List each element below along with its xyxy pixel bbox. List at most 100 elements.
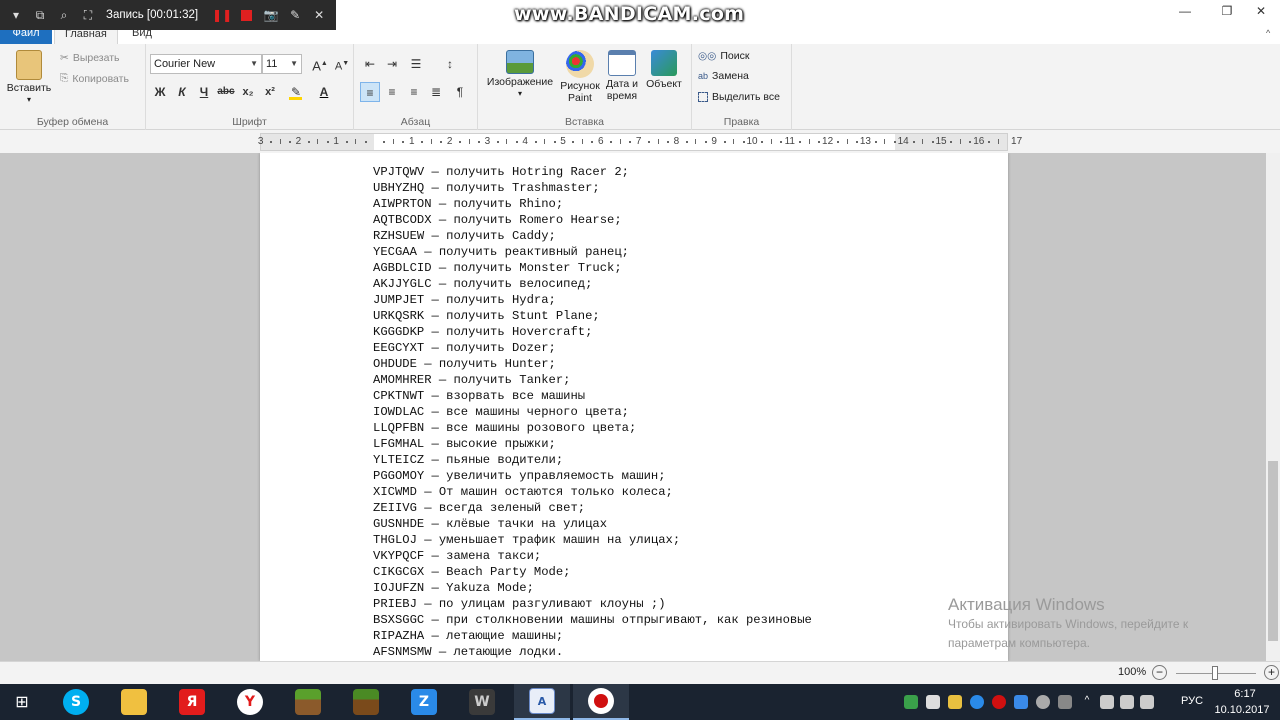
strikethrough-button[interactable]: abc (216, 82, 236, 102)
document-line[interactable]: YECGAA — получить реактивный ранец; (373, 244, 812, 260)
insert-image-button[interactable]: Изображение ▾ (482, 50, 558, 100)
grow-font-icon[interactable]: A▲ (310, 54, 330, 74)
start-button[interactable]: ⊞ (0, 684, 44, 720)
chevron-up-icon[interactable]: ^ (1080, 695, 1094, 709)
bullet-list-icon[interactable]: ☰ (406, 54, 426, 74)
document-line[interactable]: AMOMHRER — получить Tanker; (373, 372, 812, 388)
shrink-font-icon[interactable]: A▼ (332, 54, 352, 74)
document-line[interactable]: XICWMD — От машин остаются только колеса… (373, 484, 812, 500)
font-family-select[interactable]: Courier New ▼ (150, 54, 262, 74)
stop-icon[interactable] (241, 9, 253, 21)
tray-app-icon[interactable] (904, 695, 918, 709)
document-page[interactable]: VPJTQWV — получить Hotring Racer 2; UBHYZ… (260, 153, 1008, 661)
document-line[interactable]: VPJTQWV — получить Hotring Racer 2; (373, 164, 812, 180)
tray-app-icon[interactable] (1058, 695, 1072, 709)
bold-button[interactable]: Ж (150, 82, 170, 102)
restore-button[interactable]: ❐ (1212, 0, 1242, 22)
document-line[interactable]: OHDUDE — получить Hunter; (373, 356, 812, 372)
document-line[interactable]: RZHSUEW — получить Caddy; (373, 228, 812, 244)
pencil-icon[interactable]: ✎ (285, 5, 305, 25)
ruler[interactable]: 3 2 1 1 2 3 4 5 6 7 8 9 10 11 12 13 14 15 16 17 (258, 133, 1022, 151)
paste-button[interactable]: Вставить ▾ (6, 50, 52, 106)
search-icon[interactable]: ⌕ (54, 5, 74, 25)
zona-tray-icon[interactable] (970, 695, 984, 709)
ribbon-collapse-icon[interactable]: ^ (1266, 28, 1270, 38)
close-button[interactable]: ✕ (1246, 0, 1276, 22)
close-icon[interactable]: ✕ (309, 5, 329, 25)
font-size-select[interactable]: 11 ▼ (262, 54, 302, 74)
datetime-button[interactable]: Дата и время (602, 50, 642, 102)
paint-drawing-button[interactable]: Рисунок Paint (558, 50, 602, 104)
zoom-out-button[interactable]: − (1152, 665, 1167, 680)
align-right-icon[interactable]: ≡ (404, 82, 424, 102)
paragraph-settings-icon[interactable]: ¶ (450, 82, 470, 102)
document-line[interactable]: ZEIIVG — всегда зеленый свет; (373, 500, 812, 516)
clock-time[interactable]: 6:17 (1225, 688, 1265, 700)
document-line[interactable]: LFGMHAL — высокие прыжки; (373, 436, 812, 452)
camera-icon[interactable]: 📷 (261, 5, 281, 25)
line-spacing-icon[interactable]: ↕ (440, 54, 460, 74)
select-all-button[interactable]: Выделить все (698, 91, 780, 103)
target-icon[interactable]: ⛶ (78, 5, 98, 25)
align-center-icon[interactable]: ≡ (382, 82, 402, 102)
network-icon[interactable] (1100, 695, 1114, 709)
pause-icon[interactable]: ❚❚ (212, 5, 232, 25)
scrollbar-thumb[interactable] (1268, 461, 1278, 641)
superscript-button[interactable]: x² (260, 82, 280, 102)
taskbar-app-bandicam[interactable] (573, 684, 629, 720)
document-line[interactable]: AIWPRTON — получить Rhino; (373, 196, 812, 212)
document-line[interactable]: AKJJYGLC — получить велосипед; (373, 276, 812, 292)
document-line[interactable]: VKYPQCF — замена такси; (373, 548, 812, 564)
zoom-slider-thumb[interactable] (1212, 666, 1218, 680)
taskbar-app-wordpad[interactable]: A (514, 684, 570, 720)
font-color-icon[interactable]: A (314, 82, 334, 102)
input-language[interactable]: РУС (1181, 695, 1203, 707)
document-line[interactable]: IOJUFZN — Yakuza Mode; (373, 580, 812, 596)
speaker-icon[interactable] (1120, 695, 1134, 709)
document-line[interactable]: CPKTNWT — взорвать все машины (373, 388, 812, 404)
document-line[interactable]: AQTBCODX — получить Romero Hearse; (373, 212, 812, 228)
subscript-button[interactable]: x₂ (238, 82, 258, 102)
copy-button[interactable]: ⎘ Копировать (60, 72, 129, 85)
document-line[interactable]: GUSNHDE — клёвые тачки на улицах (373, 516, 812, 532)
find-button[interactable]: ◎◎ Поиск (698, 50, 749, 62)
cut-button[interactable]: ✂ Вырезать (60, 52, 120, 64)
document-text[interactable]: VPJTQWV — получить Hotring Racer 2; UBHYZ… (373, 164, 812, 660)
taskbar-app-minecraft[interactable] (280, 684, 336, 720)
document-line[interactable]: CIKGCGX — Beach Party Mode; (373, 564, 812, 580)
minimize-button[interactable]: — (1170, 0, 1200, 22)
window-mode-icon[interactable]: ⧉ (30, 5, 50, 25)
taskbar-app-explorer[interactable] (106, 684, 162, 720)
decrease-indent-icon[interactable]: ⇤ (360, 54, 380, 74)
insert-object-button[interactable]: Объект (642, 50, 686, 90)
tray-app-icon[interactable] (1036, 695, 1050, 709)
italic-button[interactable]: К (172, 82, 192, 102)
dropdown-icon[interactable]: ▾ (6, 5, 26, 25)
document-line[interactable]: JUMPJET — получить Hydra; (373, 292, 812, 308)
taskbar-app-skype[interactable]: S (48, 684, 104, 720)
taskbar-app-yandex[interactable]: Я (164, 684, 220, 720)
document-line[interactable]: KGGGDKP — получить Hovercraft; (373, 324, 812, 340)
document-line[interactable]: BSXSGGC — при столкновении машины отпрыг… (373, 612, 812, 628)
monitor-icon[interactable] (1140, 695, 1154, 709)
document-line[interactable]: AGBDLCID — получить Monster Truck; (373, 260, 812, 276)
document-line[interactable]: LLQPFBN — все машины розового цвета; (373, 420, 812, 436)
justify-icon[interactable]: ≣ (426, 82, 446, 102)
clock-date[interactable]: 10.10.2017 (1212, 704, 1272, 716)
align-left-icon[interactable]: ≡ (360, 82, 380, 102)
document-line[interactable]: PRIEBJ — по улицам разгуливают клоуны ;) (373, 596, 812, 612)
increase-indent-icon[interactable]: ⇥ (382, 54, 402, 74)
document-line[interactable]: IOWDLAC — все машины черного цвета; (373, 404, 812, 420)
zoom-in-button[interactable]: + (1264, 665, 1279, 680)
taskbar-app-world-of-tanks[interactable]: W (454, 684, 510, 720)
taskbar-app-minecraft-2[interactable] (338, 684, 394, 720)
tray-app-icon[interactable] (948, 695, 962, 709)
document-line[interactable]: RIPAZHA — летающие машины; (373, 628, 812, 644)
document-line[interactable]: EEGCYXT — получить Dozer; (373, 340, 812, 356)
record-tray-icon[interactable] (992, 695, 1006, 709)
underline-button[interactable]: Ч (194, 82, 214, 102)
document-line[interactable]: UBHYZHQ — получить Trashmaster; (373, 180, 812, 196)
document-line[interactable]: PGGOMOY — увеличить управляемость машин; (373, 468, 812, 484)
replace-button[interactable]: ab Замена (698, 70, 749, 82)
document-line[interactable]: THGLOJ — уменьшает трафик машин на улица… (373, 532, 812, 548)
